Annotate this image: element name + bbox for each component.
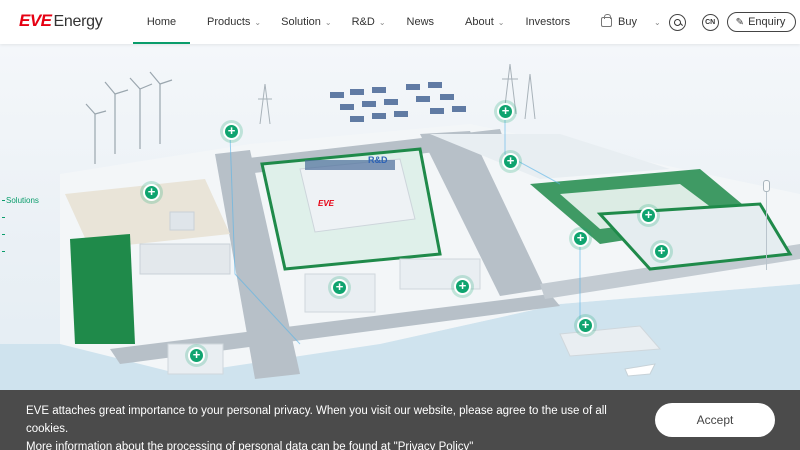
cookie-line1: EVE attaches great importance to your pe… (26, 405, 607, 435)
eve-sign: EVE (318, 199, 335, 208)
logo-suffix: Energy (53, 13, 103, 30)
nav-label: News (406, 16, 435, 28)
nav-label: Solution (281, 16, 321, 28)
logo[interactable]: EVE Energy (19, 11, 103, 31)
side-nav: Solutions (2, 192, 39, 260)
plus-icon[interactable]: + (653, 243, 670, 260)
chevron-down-icon: ⌄ (378, 17, 386, 27)
plus-icon[interactable]: + (143, 184, 160, 201)
side-nav-item[interactable] (2, 243, 39, 260)
hero-scene: R&D EVE Solutions + + + + + + + + + + + (0, 44, 800, 390)
nav-item-solution[interactable]: Solution ⌄ (281, 0, 331, 44)
green-field (70, 234, 135, 344)
rd-sign: R&D (368, 155, 388, 165)
site-header: EVE Energy Home Products ⌄ Solution ⌄ R&D ⌄… (0, 0, 800, 44)
logo-brand: EVE (19, 11, 52, 30)
chevron-down-icon: ⌄ (497, 17, 505, 27)
side-nav-item[interactable] (2, 209, 39, 226)
plus-icon[interactable]: + (331, 279, 348, 296)
side-nav-item[interactable]: Solutions (2, 192, 39, 209)
enquiry-label: Enquiry (748, 16, 786, 28)
shopping-bag-icon (601, 14, 612, 27)
buy-label: Buy (618, 16, 637, 28)
nav-item-investors[interactable]: Investors (526, 0, 571, 44)
accept-button[interactable]: Accept (655, 403, 775, 437)
nav-label: About (465, 16, 494, 28)
plus-icon[interactable]: + (572, 230, 589, 247)
chevron-down-icon: ⌄ (324, 17, 332, 27)
search-icon (673, 18, 681, 26)
city-illustration: R&D EVE (0, 63, 800, 390)
plus-icon[interactable]: + (577, 317, 594, 334)
plus-icon[interactable]: + (640, 207, 657, 224)
search-button[interactable] (668, 13, 686, 31)
factory (139, 243, 231, 275)
enquiry-button[interactable]: ✎ Enquiry (726, 12, 797, 32)
pen-icon: ✎ (735, 16, 745, 28)
plus-icon[interactable]: + (502, 153, 519, 170)
nav-item-rd[interactable]: R&D ⌄ (352, 0, 386, 44)
scroll-thumb[interactable] (763, 180, 770, 192)
scroll-track[interactable] (766, 180, 767, 270)
plus-icon[interactable]: + (188, 347, 205, 364)
cookie-line2: More information about the processing of… (26, 438, 646, 450)
nav-item-products[interactable]: Products ⌄ (207, 0, 261, 44)
chevron-down-icon: ⌄ (254, 17, 262, 27)
main-nav: Home Products ⌄ Solution ⌄ R&D ⌄ News About… (133, 0, 570, 44)
cookie-banner: EVE attaches great importance to your pe… (0, 390, 800, 450)
plus-icon[interactable]: + (497, 103, 514, 120)
language-label: CN (705, 18, 716, 26)
solar-panels (330, 82, 466, 122)
buy-button[interactable]: Buy (601, 14, 637, 28)
plus-icon[interactable]: + (454, 278, 471, 295)
nav-label: Investors (525, 16, 571, 28)
nav-label: R&D (351, 16, 375, 28)
wind-turbines (85, 71, 173, 164)
side-nav-label: Solutions (6, 196, 39, 205)
warehouse (169, 211, 195, 231)
nav-label: Home (146, 16, 177, 28)
nav-item-news[interactable]: News (407, 0, 435, 44)
cookie-text: EVE attaches great importance to your pe… (26, 402, 646, 450)
language-button[interactable]: CN (701, 13, 719, 31)
privacy-policy-link[interactable]: "Privacy Policy" (394, 441, 474, 450)
chevron-down-icon[interactable]: ⌄ (654, 18, 661, 27)
plus-icon[interactable]: + (223, 123, 240, 140)
side-nav-item[interactable] (2, 226, 39, 243)
nav-label: Products (207, 16, 251, 28)
header-tools: Buy ⌄ CN ✎ Enquiry (601, 0, 797, 44)
nav-item-about[interactable]: About ⌄ (465, 0, 504, 44)
nav-item-home[interactable]: Home (133, 0, 190, 44)
